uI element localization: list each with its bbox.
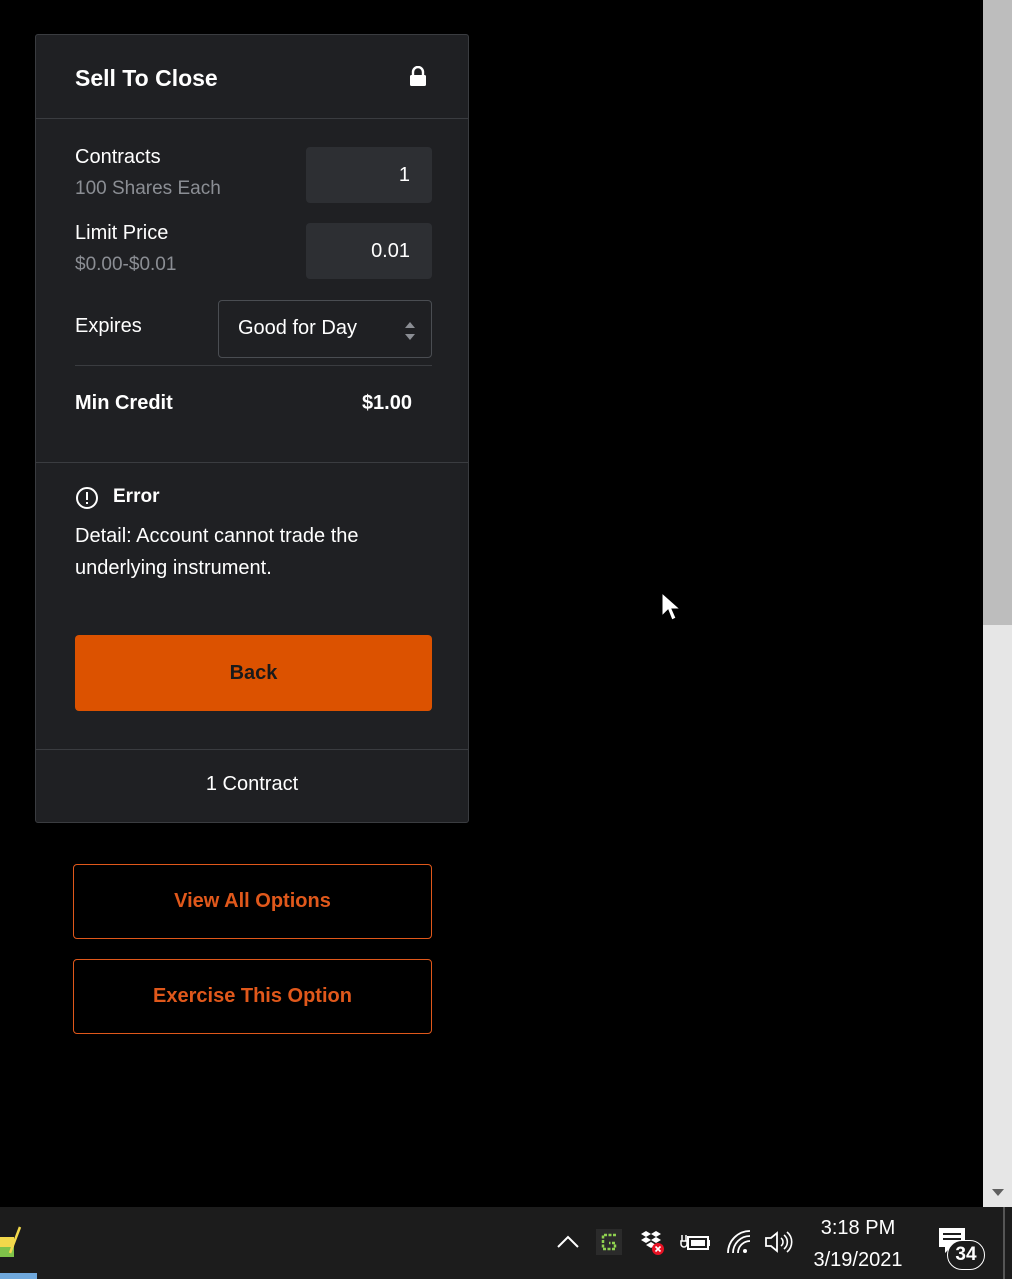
dropbox-error-icon[interactable] <box>637 1227 667 1257</box>
divider <box>75 365 432 366</box>
error-detail: Detail: Account cannot trade the underly… <box>75 525 359 579</box>
notification-count-badge[interactable]: 34 <box>947 1240 985 1270</box>
pinned-app-icon[interactable] <box>0 1223 22 1263</box>
exercise-option-button[interactable]: Exercise This Option <box>73 959 432 1034</box>
sell-to-close-panel: Sell To Close Contracts 100 Shares Each … <box>35 34 469 823</box>
expires-selected-value: Good for Day <box>238 317 357 339</box>
limit-price-range: $0.00-$0.01 <box>75 254 177 275</box>
select-updown-icon <box>405 322 415 340</box>
contracts-sublabel: 100 Shares Each <box>75 178 221 199</box>
contracts-input[interactable]: 1 <box>306 147 432 203</box>
divider <box>36 749 468 750</box>
error-alert-icon <box>76 487 98 509</box>
panel-header: Sell To Close <box>36 35 468 119</box>
back-button[interactable]: Back <box>75 635 432 711</box>
scroll-down-arrow-icon[interactable] <box>991 1187 1005 1197</box>
min-credit-value: $1.00 <box>361 392 412 414</box>
wifi-icon[interactable] <box>724 1227 754 1257</box>
expires-label: Expires <box>75 315 142 337</box>
volume-icon[interactable] <box>763 1227 793 1257</box>
green-app-tray-icon[interactable] <box>594 1227 624 1257</box>
scrollbar-thumb[interactable] <box>983 0 1012 625</box>
expires-select[interactable]: Good for Day <box>218 300 432 358</box>
chevron-up-icon[interactable] <box>553 1227 583 1257</box>
contract-count: 1 Contract <box>205 773 299 795</box>
show-desktop-button[interactable] <box>1003 1207 1005 1279</box>
vertical-scrollbar[interactable] <box>983 0 1012 1207</box>
panel-title: Sell To Close <box>75 65 218 91</box>
contracts-label: Contracts <box>75 146 161 168</box>
lock-icon <box>410 66 426 86</box>
mouse-cursor-icon <box>661 592 681 621</box>
min-credit-label: Min Credit <box>75 392 173 414</box>
divider <box>36 462 468 463</box>
clock-time[interactable]: 3:18 PM <box>805 1217 911 1240</box>
battery-charging-icon[interactable] <box>680 1227 710 1257</box>
taskbar: 3:18 PM 3/19/2021 34 <box>0 1207 1012 1279</box>
limit-price-label: Limit Price <box>75 222 169 244</box>
error-title: Error <box>113 486 160 507</box>
limit-price-input[interactable]: 0.01 <box>306 223 432 279</box>
active-app-indicator <box>0 1273 37 1279</box>
clock-date[interactable]: 3/19/2021 <box>805 1249 911 1272</box>
view-all-options-button[interactable]: View All Options <box>73 864 432 939</box>
